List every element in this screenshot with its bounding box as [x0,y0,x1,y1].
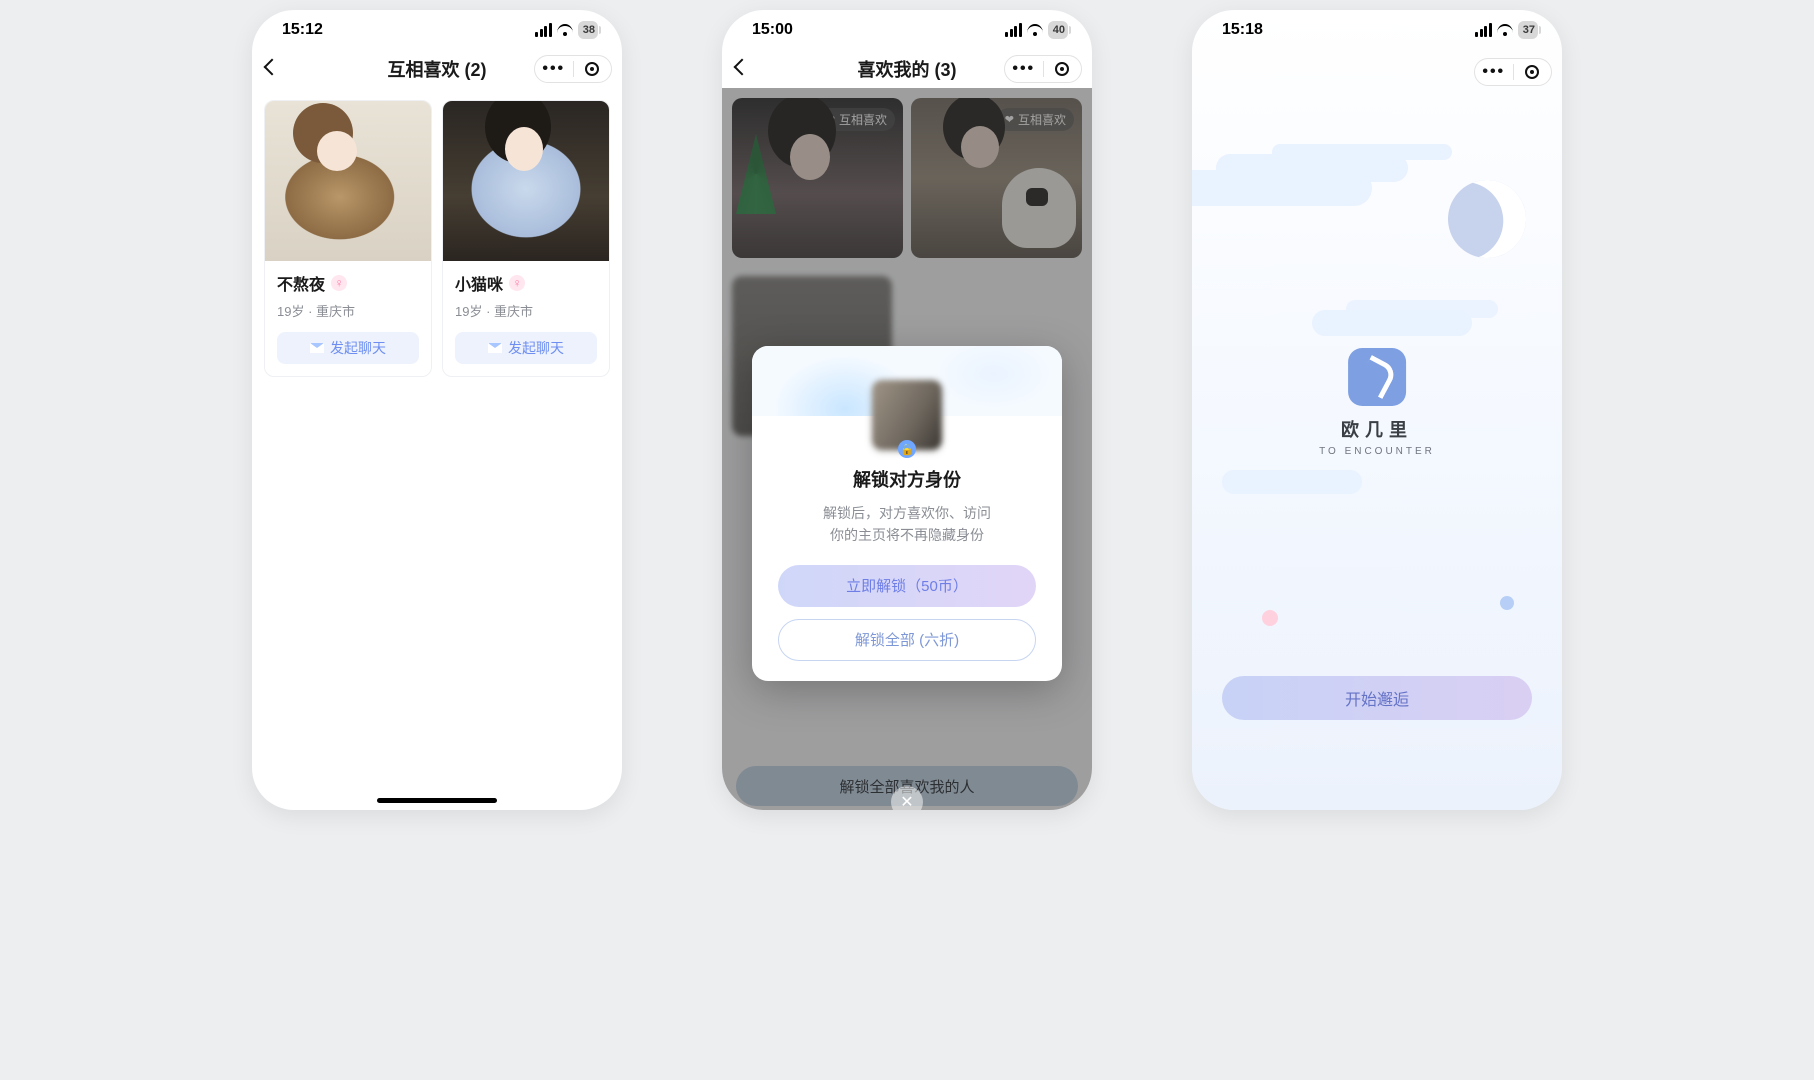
user-subtitle: 19岁 · 重庆市 [277,301,419,320]
start-chat-button[interactable]: 发起聊天 [277,332,419,364]
chevron-left-icon [264,59,281,76]
nav-bar: 喜欢我的 (3) ••• [722,50,1092,88]
target-icon [585,62,599,76]
home-indicator[interactable] [377,798,497,803]
dots-icon: ••• [542,60,565,78]
status-time: 15:12 [282,21,323,39]
dot-decoration [1500,596,1514,610]
page-title: 喜欢我的 (3) [858,56,957,82]
female-icon: ♀ [331,275,347,291]
modal-close-button[interactable]: ✕ [891,786,923,810]
unlock-now-label: 立即解锁（50币） [846,575,968,596]
cellular-icon [1005,23,1022,37]
cloud-decoration [1222,470,1362,494]
user-card[interactable]: 不熬夜 ♀ 19岁 · 重庆市 发起聊天 [264,100,432,377]
unlock-all-discount-button[interactable]: 解锁全部 (六折) [778,619,1036,661]
user-name: 不熬夜 [277,271,325,295]
screen-splash: 15:18 37 ••• 欧几里 TO ENCOUNT [1192,10,1562,810]
wifi-icon [1027,24,1043,36]
back-button[interactable] [736,60,748,78]
chevron-left-icon [734,59,751,76]
menu-button[interactable]: ••• [535,60,573,78]
miniprogram-capsule[interactable]: ••• [534,55,612,83]
cellular-icon [535,23,552,37]
dot-decoration [1262,610,1278,626]
wifi-icon [557,24,573,36]
screen-mutual-likes: 15:12 38 互相喜欢 (2) ••• 不熬夜 ♀ [252,10,622,810]
modal-title: 解锁对方身份 [752,466,1062,492]
unlock-all-discount-label: 解锁全部 (六折) [855,629,959,650]
cellular-icon [1475,23,1492,37]
close-miniprogram-button[interactable] [574,62,612,76]
unlock-modal: 🔒 解锁对方身份 解锁后，对方喜欢你、访问 你的主页将不再隐藏身份 立即解锁（5… [752,346,1062,681]
status-bar: 15:12 38 [252,10,622,50]
miniprogram-capsule[interactable]: ••• [1004,55,1082,83]
battery-icon: 37 [1518,21,1538,39]
female-icon: ♀ [509,275,525,291]
app-name: 欧几里 [1319,416,1435,442]
brand-block: 欧几里 TO ENCOUNTER [1319,348,1435,457]
modal-description: 解锁后，对方喜欢你、访问 你的主页将不再隐藏身份 [752,502,1062,547]
close-icon: ✕ [900,792,913,810]
status-time: 15:00 [752,21,793,39]
battery-icon: 40 [1048,21,1068,39]
status-bar: 15:00 40 [722,10,1092,50]
lock-icon: 🔒 [898,440,916,458]
screen-likes-me: 15:00 40 喜欢我的 (3) ••• 互相喜欢 [722,10,1092,810]
app-tagline: TO ENCOUNTER [1319,446,1435,457]
status-time: 15:18 [1222,21,1263,39]
user-photo [443,101,609,261]
menu-button[interactable]: ••• [1005,60,1043,78]
status-bar: 15:18 37 [1192,10,1562,50]
page-title: 互相喜欢 (2) [388,56,487,82]
user-name: 小猫咪 [455,271,503,295]
moon-icon [1437,169,1537,269]
nav-bar: 互相喜欢 (2) ••• [252,50,622,88]
dots-icon: ••• [1012,60,1035,78]
cloud-decoration [1312,310,1472,336]
cloud-decoration [1192,170,1372,206]
app-logo-icon [1348,348,1406,406]
unlock-now-button[interactable]: 立即解锁（50币） [778,565,1036,607]
wifi-icon [1497,24,1513,36]
start-encounter-button[interactable]: 开始邂逅 [1222,676,1532,720]
start-chat-button[interactable]: 发起聊天 [455,332,597,364]
battery-icon: 38 [578,21,598,39]
close-miniprogram-button[interactable] [1044,62,1082,76]
user-photo [265,101,431,261]
start-label: 开始邂逅 [1345,686,1409,710]
chat-icon [488,343,502,353]
chat-label: 发起聊天 [508,338,564,358]
user-card[interactable]: 小猫咪 ♀ 19岁 · 重庆市 发起聊天 [442,100,610,377]
back-button[interactable] [266,60,278,78]
target-icon [1055,62,1069,76]
user-subtitle: 19岁 · 重庆市 [455,301,597,320]
chat-icon [310,343,324,353]
chat-label: 发起聊天 [330,338,386,358]
